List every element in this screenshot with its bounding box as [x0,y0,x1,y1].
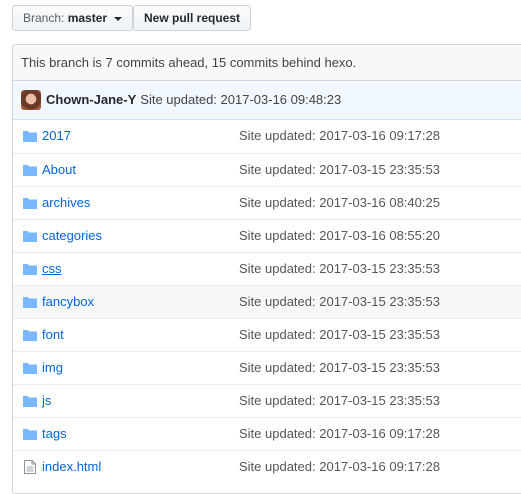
file-row: 2017 Site updated: 2017-03-16 09:17:28 [13,120,521,153]
file-row: img Site updated: 2017-03-15 23:35:53 [13,351,521,384]
folder-icon [23,297,37,308]
new-pull-request-button[interactable]: New pull request [133,5,252,31]
file-row: css Site updated: 2017-03-15 23:35:53 [13,252,521,285]
file-commit-message[interactable]: Site updated: 2017-03-16 08:55:20 [239,220,440,252]
file-row: archives Site updated: 2017-03-16 08:40:… [13,186,521,219]
folder-icon [23,231,37,242]
file-row: font Site updated: 2017-03-15 23:35:53 [13,318,521,351]
file-row: categories Site updated: 2017-03-16 08:5… [13,219,521,252]
file-commit-message[interactable]: Site updated: 2017-03-15 23:35:53 [239,352,440,384]
file-commit-message[interactable]: Site updated: 2017-03-16 09:17:28 [239,418,440,450]
file-commit-message[interactable]: Site updated: 2017-03-15 23:35:53 [239,385,440,417]
folder-icon [23,363,37,374]
file-commit-message[interactable]: Site updated: 2017-03-15 23:35:53 [239,253,440,285]
folder-icon [23,264,37,275]
folder-icon [23,429,37,440]
avatar[interactable] [21,90,41,110]
file-name-link[interactable]: img [42,352,63,384]
ahead-behind-status: This branch is 7 commits ahead, 15 commi… [13,45,521,81]
folder-icon [23,396,37,407]
toolbar: Branch: master New pull request [0,0,521,40]
file-name-link[interactable]: css [42,253,62,285]
file-name-link[interactable]: 2017 [42,120,71,152]
file-row: index.html Site updated: 2017-03-16 09:1… [13,450,521,483]
file-commit-message[interactable]: Site updated: 2017-03-16 09:17:28 [239,120,440,152]
folder-icon [23,330,37,341]
file-row: js Site updated: 2017-03-15 23:35:53 [13,384,521,417]
file-name-link[interactable]: fancybox [42,286,94,318]
file-name-link[interactable]: index.html [42,451,101,483]
file-panel: This branch is 7 commits ahead, 15 commi… [12,44,521,494]
file-commit-message[interactable]: Site updated: 2017-03-16 09:17:28 [239,451,440,483]
file-name-link[interactable]: js [42,385,51,417]
file-name-link[interactable]: archives [42,187,90,219]
branch-select-button[interactable]: Branch: master [12,5,134,31]
file-commit-message[interactable]: Site updated: 2017-03-15 23:35:53 [239,154,440,186]
file-name-link[interactable]: About [42,154,76,186]
file-row: fancybox Site updated: 2017-03-15 23:35:… [13,285,521,318]
folder-icon [23,198,37,209]
caret-down-icon [114,16,123,21]
file-commit-message[interactable]: Site updated: 2017-03-15 23:35:53 [239,286,440,318]
commit-author[interactable]: Chown-Jane-Y [46,81,136,119]
file-row: About Site updated: 2017-03-15 23:35:53 [13,153,521,186]
last-commit-bar: Chown-Jane-Y Site updated: 2017-03-16 09… [13,81,521,120]
file-list: 2017 Site updated: 2017-03-16 09:17:28 A… [13,120,521,483]
file-name-link[interactable]: categories [42,220,102,252]
file-name-link[interactable]: font [42,319,64,351]
branch-value: master [67,11,108,25]
folder-icon [23,165,37,176]
file-row: tags Site updated: 2017-03-16 09:17:28 [13,417,521,450]
file-commit-message[interactable]: Site updated: 2017-03-16 08:40:25 [239,187,440,219]
branch-label: Branch: [23,11,65,25]
folder-icon [23,131,37,142]
file-name-link[interactable]: tags [42,418,67,450]
file-icon [24,460,36,474]
file-commit-message[interactable]: Site updated: 2017-03-15 23:35:53 [239,319,440,351]
commit-message[interactable]: Site updated: 2017-03-16 09:48:23 [140,81,341,119]
